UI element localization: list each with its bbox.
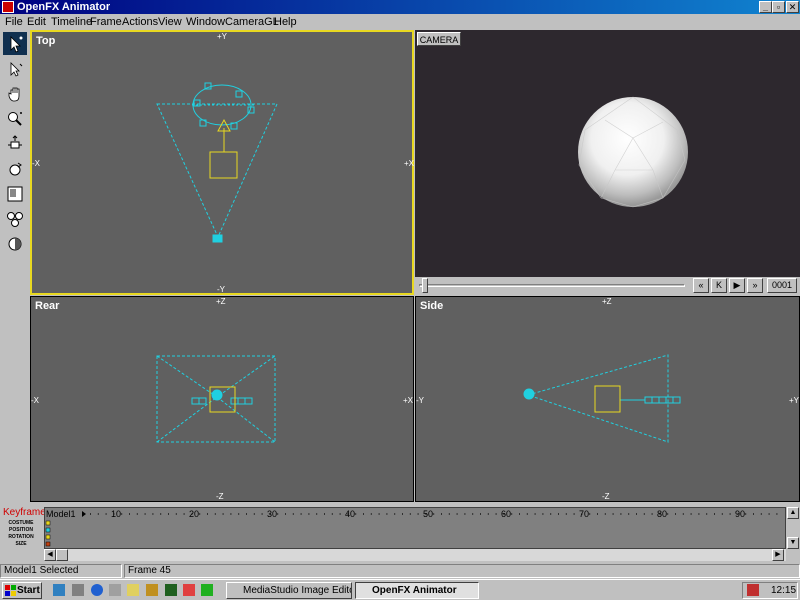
group-spheres-icon[interactable] — [3, 207, 27, 230]
viewport-top[interactable]: Top +Y -Y -X +X — [30, 30, 414, 295]
camera-icon — [212, 234, 223, 243]
fast-forward-button[interactable]: » — [747, 278, 763, 293]
system-tray: 12:15 — [742, 582, 798, 599]
close-button[interactable]: ✕ — [786, 1, 799, 13]
tool-palette — [0, 30, 30, 504]
status-bar: Model1 Selected Frame 45 — [0, 563, 800, 579]
tick-30: 30 — [267, 509, 278, 519]
keyframer-panel: Keyframer COSTUME POSITION ROTATION SIZE… — [0, 504, 800, 562]
row-position[interactable]: POSITION — [0, 527, 42, 533]
model-box — [209, 151, 238, 179]
row-rotation[interactable]: ROTATION — [0, 534, 42, 540]
task-mediastudio[interactable]: MediaStudio Image Editor — [226, 582, 352, 599]
quicklaunch-gear-icon[interactable] — [165, 584, 177, 596]
scroll-up-icon[interactable]: ▲ — [787, 507, 799, 519]
rendered-sphere — [578, 96, 688, 208]
menu-file[interactable]: File — [5, 15, 23, 29]
frame-counter: 0001 — [767, 278, 797, 293]
pointer-tool-icon[interactable] — [3, 57, 27, 80]
menu-window[interactable]: Window — [186, 15, 225, 29]
quicklaunch-ie-icon[interactable] — [91, 584, 103, 596]
task-openfx[interactable]: OpenFX Animator — [355, 582, 479, 599]
start-button[interactable]: Start — [2, 582, 42, 599]
quicklaunch-edit-icon[interactable] — [127, 584, 139, 596]
menu-frame[interactable]: Frame — [90, 15, 122, 29]
play-button[interactable]: ▶ — [729, 278, 745, 293]
tick-50: 50 — [423, 509, 434, 519]
start-label: Start — [17, 585, 40, 596]
camera-icon — [211, 389, 223, 401]
side-scene — [523, 354, 681, 443]
scroll-left-icon[interactable]: ◀ — [44, 549, 56, 561]
quicklaunch-desktop-icon[interactable] — [53, 584, 65, 596]
taskbar: Start MediaStudio Image Editor OpenFX An… — [0, 579, 800, 600]
move-icon[interactable] — [3, 132, 27, 155]
key-markers — [45, 520, 51, 547]
menu-edit[interactable]: Edit — [27, 15, 46, 29]
tick-10: 10 — [111, 509, 122, 519]
clock: 12:15 — [771, 585, 797, 596]
timeline-vscroll[interactable]: ▲ ▼ — [787, 507, 799, 549]
scroll-down-icon[interactable]: ▼ — [787, 537, 799, 549]
menu-actions[interactable]: Actions — [122, 15, 158, 29]
quicklaunch-disk-icon[interactable] — [109, 584, 121, 596]
frame-slider-track[interactable] — [419, 284, 685, 287]
title-bar: OpenFX Animator _ ▫ ✕ — [0, 0, 800, 14]
tick-60: 60 — [501, 509, 512, 519]
model-box — [594, 385, 621, 413]
camera-view[interactable]: CAMERA — [415, 30, 800, 277]
rewind-button[interactable]: « — [693, 278, 709, 293]
tray-icon[interactable] — [747, 584, 759, 596]
task-mediastudio-label: MediaStudio Image Editor — [243, 585, 352, 596]
menu-help[interactable]: Help — [274, 15, 297, 29]
tick-70: 70 — [579, 509, 590, 519]
row-size[interactable]: SIZE — [0, 541, 42, 547]
app-icon[interactable] — [2, 1, 14, 13]
rear-scene — [156, 355, 276, 443]
select-tool-icon[interactable] — [3, 32, 27, 55]
timeline-ruler: Model1 10 20 30 40 50 60 70 80 90 — [45, 508, 785, 520]
camera-icon — [523, 388, 535, 400]
quicklaunch-app-icon[interactable] — [201, 584, 213, 596]
timeline-dots — [82, 511, 783, 517]
status-frame: Frame 45 — [124, 564, 800, 578]
timeline-track[interactable]: Model1 10 20 30 40 50 60 70 80 90 — [44, 507, 786, 549]
tick-80: 80 — [657, 509, 668, 519]
menu-view[interactable]: View — [158, 15, 182, 29]
tick-20: 20 — [189, 509, 200, 519]
frame-view-icon[interactable] — [3, 182, 27, 205]
playback-bar: « K ▶ » 0001 — [415, 277, 800, 294]
top-scene — [156, 82, 278, 243]
sphere-icon[interactable] — [3, 232, 27, 255]
quicklaunch-network-icon[interactable] — [72, 584, 84, 596]
quicklaunch-media-icon[interactable] — [146, 584, 158, 596]
camera-frustum — [156, 103, 278, 239]
menu-cameragl[interactable]: CameraGL — [225, 15, 279, 29]
minimize-button[interactable]: _ — [759, 1, 772, 13]
keyframer-label: Keyframer — [3, 507, 50, 518]
frame-slider-thumb[interactable] — [422, 278, 428, 293]
menu-timeline[interactable]: Timeline — [51, 15, 92, 29]
quicklaunch-acrobat-icon[interactable] — [183, 584, 195, 596]
status-selection: Model1 Selected — [0, 564, 122, 578]
task-openfx-label: OpenFX Animator — [372, 585, 457, 596]
timeline-hscroll[interactable]: ◀ ▶ — [44, 549, 786, 561]
row-costume[interactable]: COSTUME — [0, 520, 42, 526]
pan-hand-icon[interactable] — [3, 82, 27, 105]
scroll-thumb[interactable] — [56, 549, 68, 561]
scroll-right-icon[interactable]: ▶ — [772, 549, 784, 561]
viewport-side[interactable]: Side +Z -Z -Y +Y — [415, 296, 800, 502]
window-title: OpenFX Animator — [17, 1, 111, 13]
windows-logo-icon — [5, 585, 16, 596]
camera-frustum — [526, 354, 669, 443]
rotate-icon[interactable] — [3, 157, 27, 180]
tick-90: 90 — [735, 509, 746, 519]
step-back-button[interactable]: K — [711, 278, 727, 293]
menu-bar: File Edit Timeline Frame Actions View Wi… — [0, 14, 800, 30]
viewport-rear[interactable]: Rear +Z -Z -X +X — [30, 296, 414, 502]
tick-40: 40 — [345, 509, 356, 519]
zoom-icon[interactable] — [3, 107, 27, 130]
restore-button[interactable]: ▫ — [772, 1, 785, 13]
